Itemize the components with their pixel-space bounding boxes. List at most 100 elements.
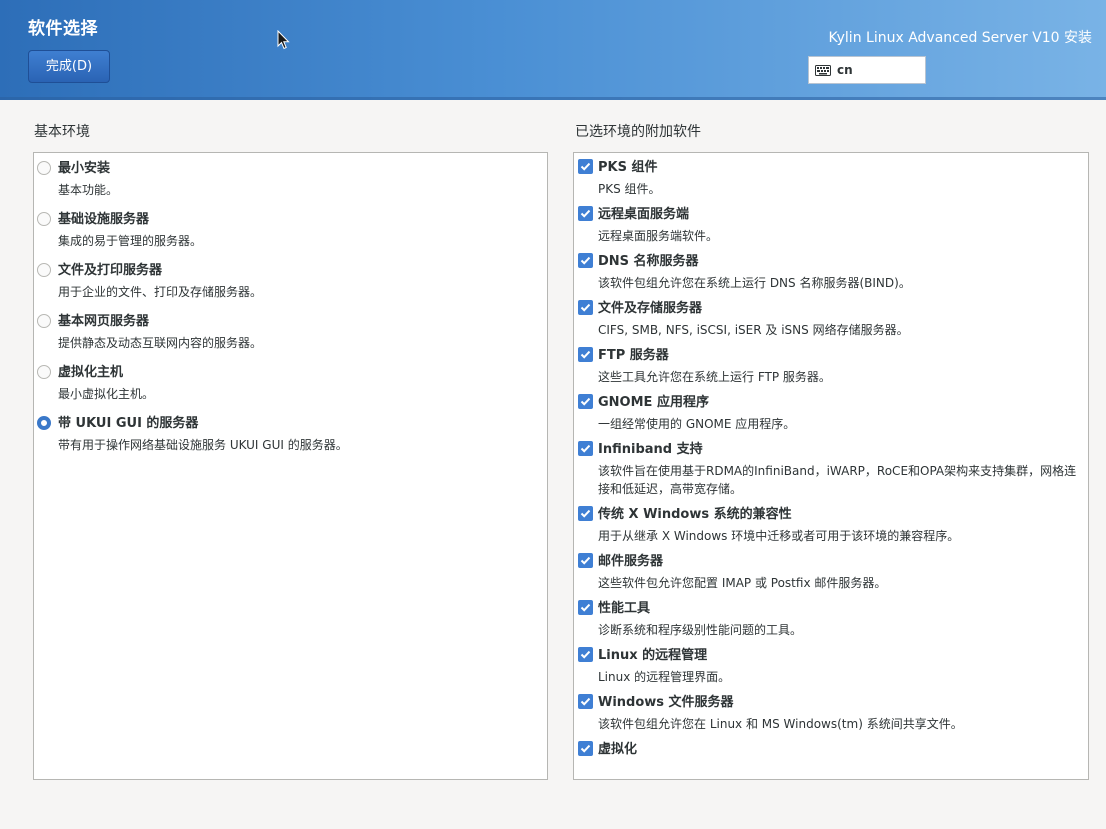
option-description: 最小虚拟化主机。: [58, 387, 155, 401]
checkmark-icon: [580, 509, 591, 518]
checkmark-icon: [580, 444, 591, 453]
addon-title: FTP 服务器: [598, 348, 669, 363]
addon-description: Linux 的远程管理界面。: [598, 670, 731, 684]
checkbox-checked[interactable]: [578, 394, 593, 409]
addon-ftp-server[interactable]: FTP 服务器 这些工具允许您在系统上运行 FTP 服务器。: [574, 347, 1088, 394]
addon-description: 用于从继承 X Windows 环境中迁移或者可用于该环境的兼容程序。: [598, 529, 960, 543]
option-description: 提供静态及动态互联网内容的服务器。: [58, 336, 263, 350]
checkmark-icon: [580, 397, 591, 406]
environment-option-file-print[interactable]: 文件及打印服务器 用于企业的文件、打印及存储服务器。: [34, 262, 547, 313]
checkmark-icon: [580, 303, 591, 312]
addon-title: 性能工具: [598, 601, 651, 616]
addon-windows-file-server[interactable]: Windows 文件服务器 该软件包组允许您在 Linux 和 MS Windo…: [574, 694, 1088, 741]
checkbox-checked[interactable]: [578, 506, 593, 521]
base-environment-list[interactable]: 最小安装 基本功能。 基础设施服务器 集成的易于管理的服务器。 文件及打印服务器…: [33, 152, 548, 780]
header-bar: 软件选择 完成(D) Kylin Linux Advanced Server V…: [0, 0, 1106, 100]
checkbox-checked[interactable]: [578, 300, 593, 315]
addon-remote-desktop-server[interactable]: 远程桌面服务端 远程桌面服务端软件。: [574, 206, 1088, 253]
checkbox-checked[interactable]: [578, 441, 593, 456]
addon-description: 该软件包组允许您在 Linux 和 MS Windows(tm) 系统间共享文件…: [598, 717, 963, 731]
checkbox-checked[interactable]: [578, 694, 593, 709]
checkmark-icon: [580, 162, 591, 171]
addon-title: Infiniband 支持: [598, 442, 703, 457]
base-environment-heading: 基本环境: [34, 124, 90, 140]
option-description: 用于企业的文件、打印及存储服务器。: [58, 285, 263, 299]
addon-description: 这些工具允许您在系统上运行 FTP 服务器。: [598, 370, 831, 384]
addon-title: Windows 文件服务器: [598, 695, 734, 710]
radio-button[interactable]: [37, 263, 51, 277]
addon-description: CIFS, SMB, NFS, iSCSI, iSER 及 iSNS 网络存储服…: [598, 323, 909, 337]
addon-performance-tools[interactable]: 性能工具 诊断系统和程序级别性能问题的工具。: [574, 600, 1088, 647]
addon-description: 该软件包组允许您在系统上运行 DNS 名称服务器(BIND)。: [598, 276, 911, 290]
addon-title: DNS 名称服务器: [598, 254, 699, 269]
addon-virtualization[interactable]: 虚拟化: [574, 741, 1088, 770]
page-title: 软件选择: [28, 19, 98, 39]
keyboard-icon: [815, 64, 831, 76]
radio-button[interactable]: [37, 161, 51, 175]
option-title: 基础设施服务器: [58, 212, 150, 227]
addon-description: 诊断系统和程序级别性能问题的工具。: [598, 623, 803, 637]
addons-list[interactable]: PKS 组件 PKS 组件。 远程桌面服务端 远程桌面服务端软件。 DNS 名称…: [573, 152, 1089, 780]
checkmark-icon: [580, 650, 591, 659]
addon-legacy-x-windows-compat[interactable]: 传统 X Windows 系统的兼容性 用于从继承 X Windows 环境中迁…: [574, 506, 1088, 553]
addon-title: 传统 X Windows 系统的兼容性: [598, 507, 792, 522]
addon-dns-name-server[interactable]: DNS 名称服务器 该软件包组允许您在系统上运行 DNS 名称服务器(BIND)…: [574, 253, 1088, 300]
radio-button-selected[interactable]: [37, 416, 51, 430]
option-title: 文件及打印服务器: [58, 263, 163, 278]
radio-button[interactable]: [37, 314, 51, 328]
addon-description: 这些软件包允许您配置 IMAP 或 Postfix 邮件服务器。: [598, 576, 887, 590]
radio-button[interactable]: [37, 212, 51, 226]
addon-description: 一组经常使用的 GNOME 应用程序。: [598, 417, 796, 431]
keyboard-layout-indicator[interactable]: cn: [808, 56, 926, 84]
checkmark-icon: [580, 556, 591, 565]
option-description: 基本功能。: [58, 183, 119, 197]
addon-description: 该软件旨在使用基于RDMA的InfiniBand，iWARP，RoCE和OPA架…: [598, 464, 1077, 496]
addon-file-storage-server[interactable]: 文件及存储服务器 CIFS, SMB, NFS, iSCSI, iSER 及 i…: [574, 300, 1088, 347]
checkmark-icon: [580, 603, 591, 612]
done-button[interactable]: 完成(D): [28, 50, 110, 83]
option-description: 集成的易于管理的服务器。: [58, 234, 203, 248]
option-title: 最小安装: [58, 161, 111, 176]
addon-title: 邮件服务器: [598, 554, 664, 569]
radio-button[interactable]: [37, 365, 51, 379]
option-title: 带 UKUI GUI 的服务器: [58, 416, 199, 431]
option-title: 基本网页服务器: [58, 314, 150, 329]
addon-linux-remote-management[interactable]: Linux 的远程管理 Linux 的远程管理界面。: [574, 647, 1088, 694]
addon-title: 文件及存储服务器: [598, 301, 703, 316]
option-description: 带有用于操作网络基础设施服务 UKUI GUI 的服务器。: [58, 438, 348, 452]
checkbox-checked[interactable]: [578, 647, 593, 662]
addon-mail-server[interactable]: 邮件服务器 这些软件包允许您配置 IMAP 或 Postfix 邮件服务器。: [574, 553, 1088, 600]
addon-infiniband-support[interactable]: Infiniband 支持 该软件旨在使用基于RDMA的InfiniBand，i…: [574, 441, 1088, 506]
checkmark-icon: [580, 350, 591, 359]
environment-option-infrastructure[interactable]: 基础设施服务器 集成的易于管理的服务器。: [34, 211, 547, 262]
addon-title: Linux 的远程管理: [598, 648, 708, 663]
checkbox-checked[interactable]: [578, 159, 593, 174]
environment-option-virtualization-host[interactable]: 虚拟化主机 最小虚拟化主机。: [34, 364, 547, 415]
addons-heading: 已选环境的附加软件: [575, 124, 701, 140]
checkmark-icon: [580, 697, 591, 706]
addon-title: 远程桌面服务端: [598, 207, 690, 222]
keyboard-layout-label: cn: [837, 63, 853, 77]
checkbox-checked[interactable]: [578, 553, 593, 568]
checkbox-checked[interactable]: [578, 741, 593, 756]
checkmark-icon: [580, 744, 591, 753]
addon-title: PKS 组件: [598, 160, 658, 175]
option-title: 虚拟化主机: [58, 365, 124, 380]
product-title: Kylin Linux Advanced Server V10 安装: [828, 30, 1092, 46]
addon-gnome-applications[interactable]: GNOME 应用程序 一组经常使用的 GNOME 应用程序。: [574, 394, 1088, 441]
addon-title: 虚拟化: [598, 742, 638, 757]
checkbox-checked[interactable]: [578, 206, 593, 221]
addon-title: GNOME 应用程序: [598, 395, 709, 410]
checkmark-icon: [580, 256, 591, 265]
addon-description: 远程桌面服务端软件。: [598, 229, 719, 243]
checkbox-checked[interactable]: [578, 253, 593, 268]
environment-option-minimal[interactable]: 最小安装 基本功能。: [34, 160, 547, 211]
checkbox-checked[interactable]: [578, 600, 593, 615]
environment-option-web-server[interactable]: 基本网页服务器 提供静态及动态互联网内容的服务器。: [34, 313, 547, 364]
addon-description: PKS 组件。: [598, 182, 661, 196]
addon-pks-components[interactable]: PKS 组件 PKS 组件。: [574, 159, 1088, 206]
environment-option-server-with-ukui-gui[interactable]: 带 UKUI GUI 的服务器 带有用于操作网络基础设施服务 UKUI GUI …: [34, 415, 547, 466]
checkbox-checked[interactable]: [578, 347, 593, 362]
checkmark-icon: [580, 209, 591, 218]
mouse-pointer-icon: [277, 30, 290, 50]
